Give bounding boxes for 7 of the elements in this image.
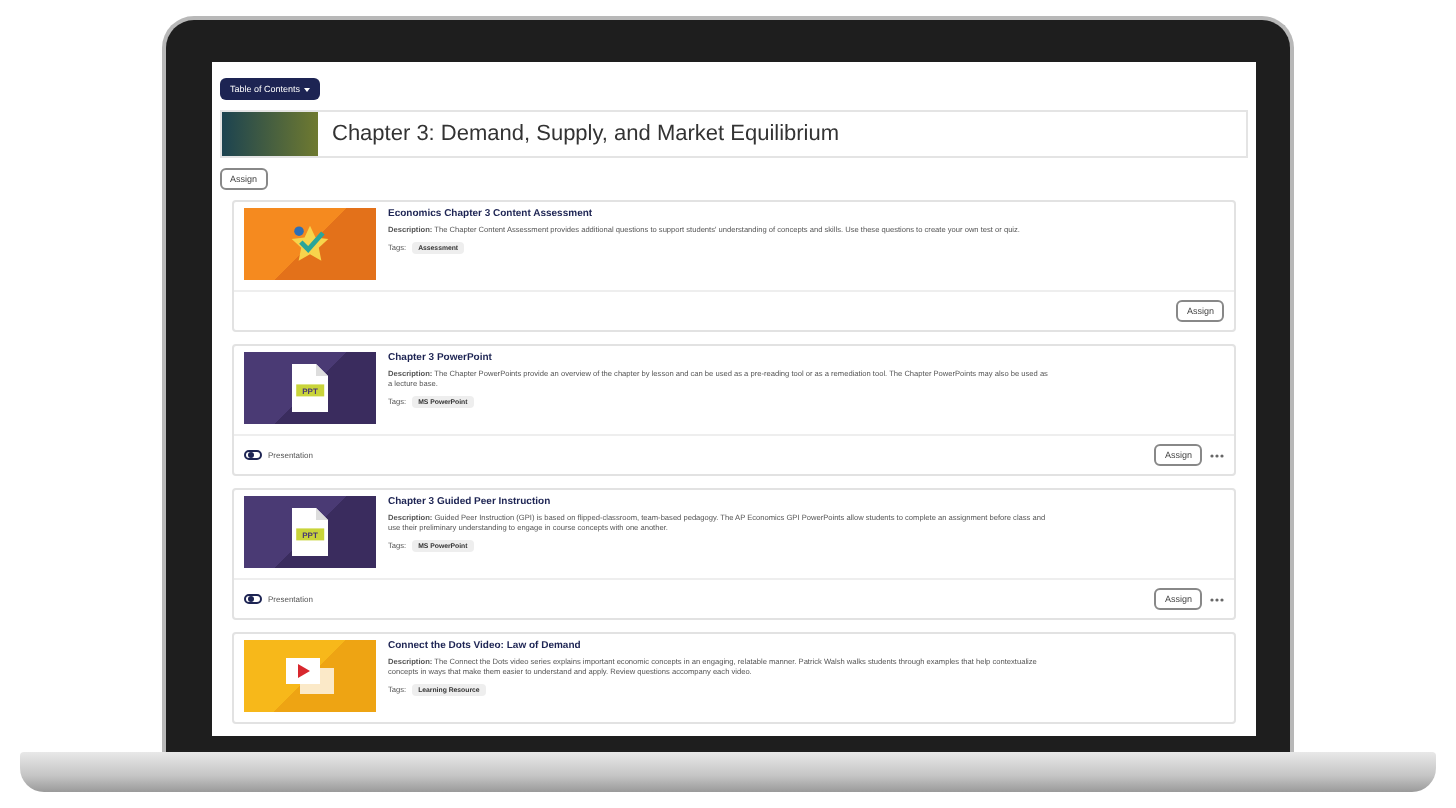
chapter-banner-image (222, 112, 318, 156)
caret-icon (304, 87, 311, 91)
video-play-icon (282, 654, 338, 698)
presentation-toggle[interactable] (244, 450, 262, 460)
chapter-title: Chapter 3: Demand, Supply, and Market Equilibrium (332, 122, 840, 146)
star-check-icon (288, 222, 332, 266)
presentation-toggle[interactable] (244, 594, 262, 604)
